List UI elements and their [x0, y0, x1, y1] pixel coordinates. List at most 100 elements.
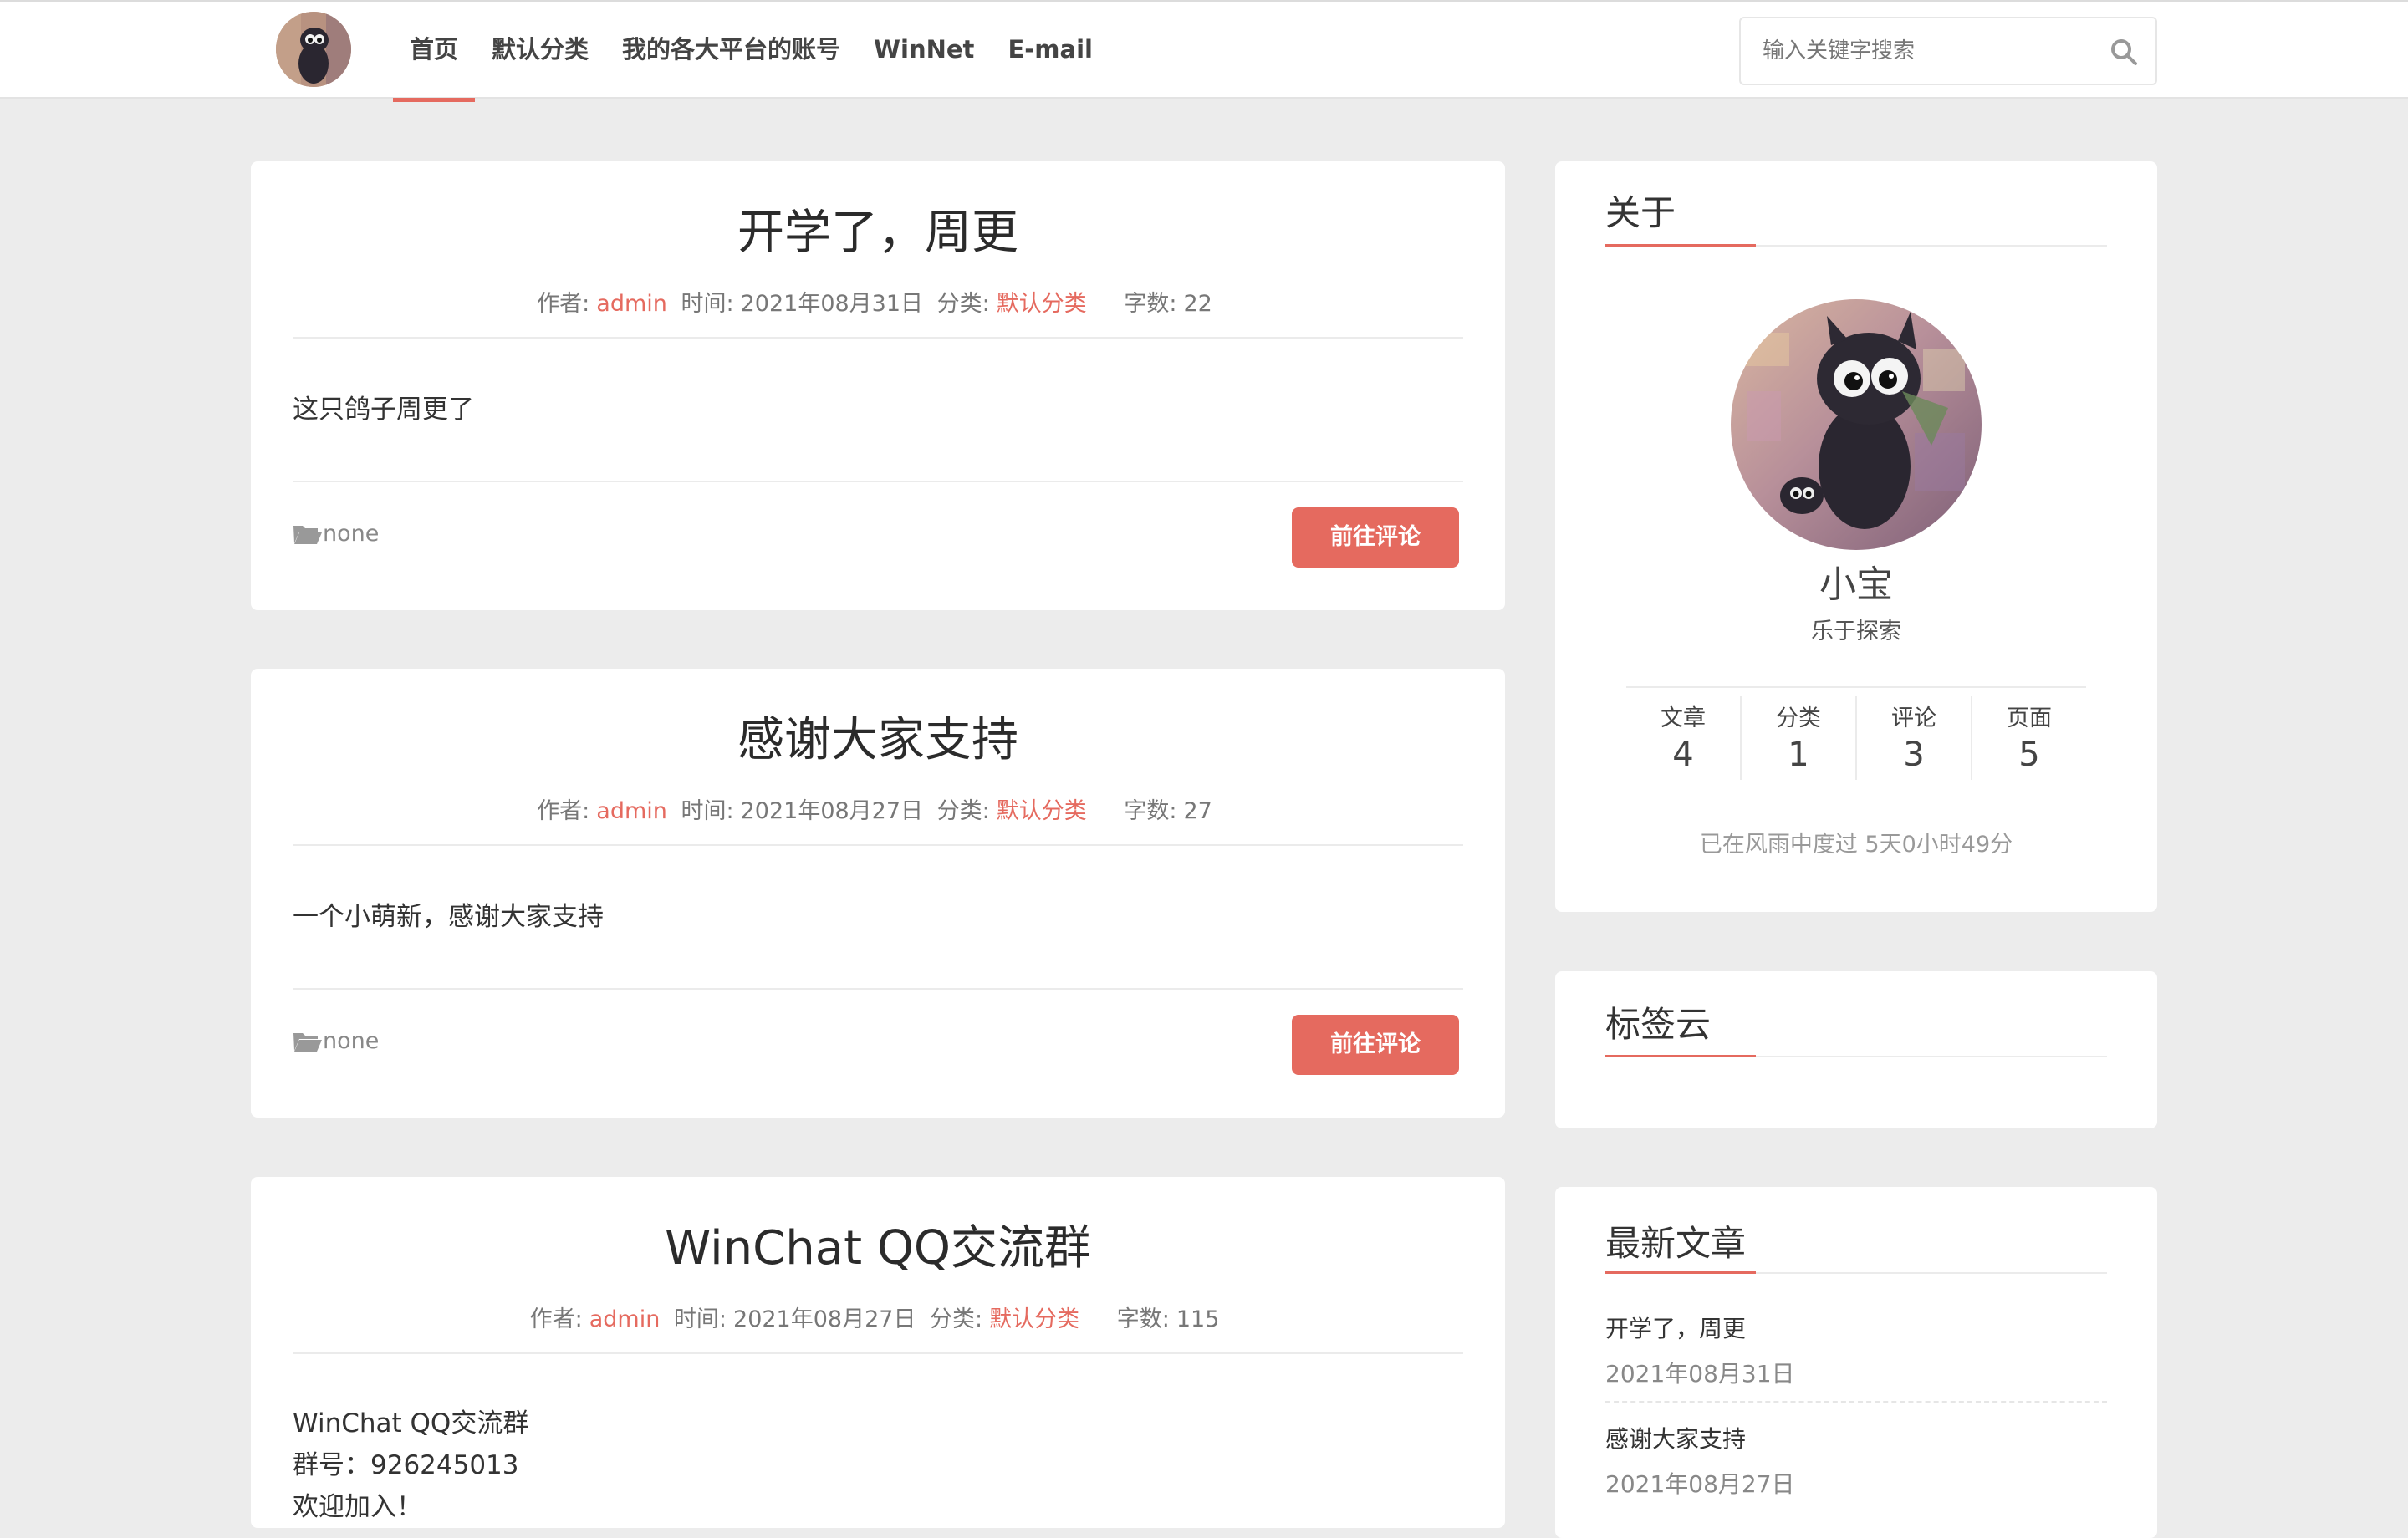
stats-divider [1626, 686, 2086, 688]
post-card: WinChat QQ交流群 作者: admin 时间: 2021年08月27日 分类… [251, 1177, 1505, 1528]
nav-item-email[interactable]: E-mail [991, 2, 1110, 100]
category-label: 分类: [936, 798, 990, 824]
recent-post-date: 2021年08月27日 [1605, 1470, 1795, 1498]
divider [293, 1352, 1463, 1354]
widget-title-underline [1605, 244, 2107, 247]
post-excerpt-line: 一个小萌新，感谢大家支持 [293, 902, 604, 932]
category-label: 分类: [930, 1306, 983, 1332]
stat-label: 文章 [1661, 705, 1706, 731]
post-category[interactable]: 默认分类 [989, 1306, 1079, 1332]
time-label: 时间: [681, 291, 734, 317]
author-label: 作者: [537, 291, 590, 317]
stat-value: 4 [1672, 736, 1694, 774]
recent-post-date: 2021年08月31日 [1605, 1360, 1795, 1388]
time-label: 时间: [673, 1306, 727, 1332]
site-runtime: 已在风雨中度过 5天0小时49分 [1699, 832, 2013, 858]
site-header: 首页 默认分类 我的各大平台的账号 WinNet E-mail [0, 0, 2408, 102]
post-author[interactable]: admin [596, 798, 667, 824]
stat-label: 页面 [2007, 705, 2052, 731]
author-label: 作者: [529, 1306, 583, 1332]
nav-item-accounts[interactable]: 我的各大平台的账号 [605, 2, 857, 100]
author-name: 小宝 [1819, 563, 1893, 606]
nav-item-default-category[interactable]: 默认分类 [475, 2, 605, 100]
post-word-count: 115 [1176, 1306, 1220, 1332]
widget-title: 标签云 [1605, 1004, 1712, 1045]
post-date: 2021年08月27日 [740, 798, 924, 824]
post-word-count: 27 [1183, 798, 1212, 824]
stat-pages[interactable]: 页面 5 [1972, 696, 2086, 780]
search-input[interactable] [1741, 18, 2114, 84]
post-date: 2021年08月27日 [733, 1306, 916, 1332]
author-motto: 乐于探索 [1811, 619, 1901, 644]
post-title[interactable]: 开学了，周更 [251, 195, 1505, 262]
post-excerpt: 一个小萌新，感谢大家支持 [293, 896, 604, 938]
main-nav: 首页 默认分类 我的各大平台的账号 WinNet E-mail [393, 2, 1110, 102]
post-card: 开学了，周更 作者: admin 时间: 2021年08月31日 分类: 默认分类 字… [251, 161, 1505, 610]
post-title[interactable]: WinChat QQ交流群 [251, 1210, 1505, 1278]
words-label: 字数: [1116, 1306, 1170, 1332]
recent-posts-widget: 最新文章 开学了，周更 2021年08月31日 感谢大家支持 2021年08月2… [1555, 1187, 2157, 1538]
post-meta: 作者: admin 时间: 2021年08月31日 分类: 默认分类 字数: 22 [251, 285, 1505, 318]
post-title[interactable]: 感谢大家支持 [251, 702, 1505, 770]
recent-post-title[interactable]: 感谢大家支持 [1605, 1421, 2107, 1454]
recent-post-item[interactable]: 开学了，周更 2021年08月31日 [1605, 1311, 2107, 1389]
post-author[interactable]: admin [589, 1306, 661, 1332]
about-widget: 关于 小宝 乐于探索 文章 4 分类 1 评论 3 页面 5 已在风雨中度过 5… [1555, 161, 2157, 912]
go-comment-button[interactable]: 前往评论 [1292, 1015, 1459, 1075]
stat-label: 评论 [1891, 705, 1936, 731]
post-excerpt-line: 欢迎加入！ [293, 1492, 422, 1522]
search-box [1739, 17, 2157, 85]
folder-open-icon [293, 1032, 322, 1052]
divider [293, 481, 1463, 482]
site-logo[interactable] [276, 12, 351, 87]
folder-open-icon [293, 525, 322, 544]
widget-title-underline [1605, 1055, 2107, 1057]
stat-value: 3 [1903, 736, 1925, 774]
post-tag-label: none [323, 1028, 380, 1054]
post-category[interactable]: 默认分类 [997, 291, 1087, 317]
post-excerpt: WinChat QQ交流群 群号：926245013 欢迎加入！ [293, 1403, 528, 1528]
nav-item-winnet[interactable]: WinNet [857, 2, 991, 100]
divider [1605, 1401, 2107, 1403]
recent-post-item[interactable]: 感谢大家支持 2021年08月27日 [1605, 1421, 2107, 1500]
words-label: 字数: [1124, 291, 1177, 317]
widget-title: 关于 [1605, 192, 1676, 233]
post-excerpt: 这只鸽子周更了 [293, 389, 474, 430]
go-comment-button[interactable]: 前往评论 [1292, 507, 1459, 568]
widget-title-underline [1605, 1271, 2107, 1274]
search-icon[interactable] [2109, 37, 2139, 67]
post-meta: 作者: admin 时间: 2021年08月27日 分类: 默认分类 字数: 27 [251, 792, 1505, 825]
post-category[interactable]: 默认分类 [997, 798, 1087, 824]
stat-label: 分类 [1776, 705, 1821, 731]
divider [293, 988, 1463, 990]
cat-avatar-image [1731, 299, 1982, 550]
divider [293, 844, 1463, 846]
stat-value: 5 [2018, 736, 2040, 774]
stat-categories[interactable]: 分类 1 [1742, 696, 1857, 780]
post-tag[interactable]: none [293, 1028, 379, 1054]
widget-title: 最新文章 [1605, 1223, 1747, 1264]
post-excerpt-line: 这只鸽子周更了 [293, 395, 474, 425]
words-label: 字数: [1124, 798, 1177, 824]
post-tag-label: none [323, 521, 380, 547]
post-author[interactable]: admin [596, 291, 667, 317]
post-word-count: 22 [1183, 291, 1212, 317]
recent-post-title[interactable]: 开学了，周更 [1605, 1311, 2107, 1344]
stat-comments[interactable]: 评论 3 [1857, 696, 1972, 780]
stat-articles[interactable]: 文章 4 [1626, 696, 1742, 780]
post-tag[interactable]: none [293, 521, 379, 547]
time-label: 时间: [681, 798, 734, 824]
author-label: 作者: [537, 798, 590, 824]
category-label: 分类: [936, 291, 990, 317]
post-card: 感谢大家支持 作者: admin 时间: 2021年08月27日 分类: 默认分类 字… [251, 669, 1505, 1118]
cat-logo-image [276, 12, 351, 87]
nav-item-home[interactable]: 首页 [393, 2, 476, 102]
site-stats: 文章 4 分类 1 评论 3 页面 5 [1626, 696, 2086, 780]
post-excerpt-line: WinChat QQ交流群 [293, 1408, 529, 1439]
post-date: 2021年08月31日 [740, 291, 924, 317]
divider [293, 337, 1463, 339]
avatar [1731, 299, 1982, 550]
tag-cloud-widget: 标签云 [1555, 971, 2157, 1128]
stat-value: 1 [1788, 736, 1809, 774]
post-meta: 作者: admin 时间: 2021年08月27日 分类: 默认分类 字数: 115 [251, 1301, 1505, 1333]
